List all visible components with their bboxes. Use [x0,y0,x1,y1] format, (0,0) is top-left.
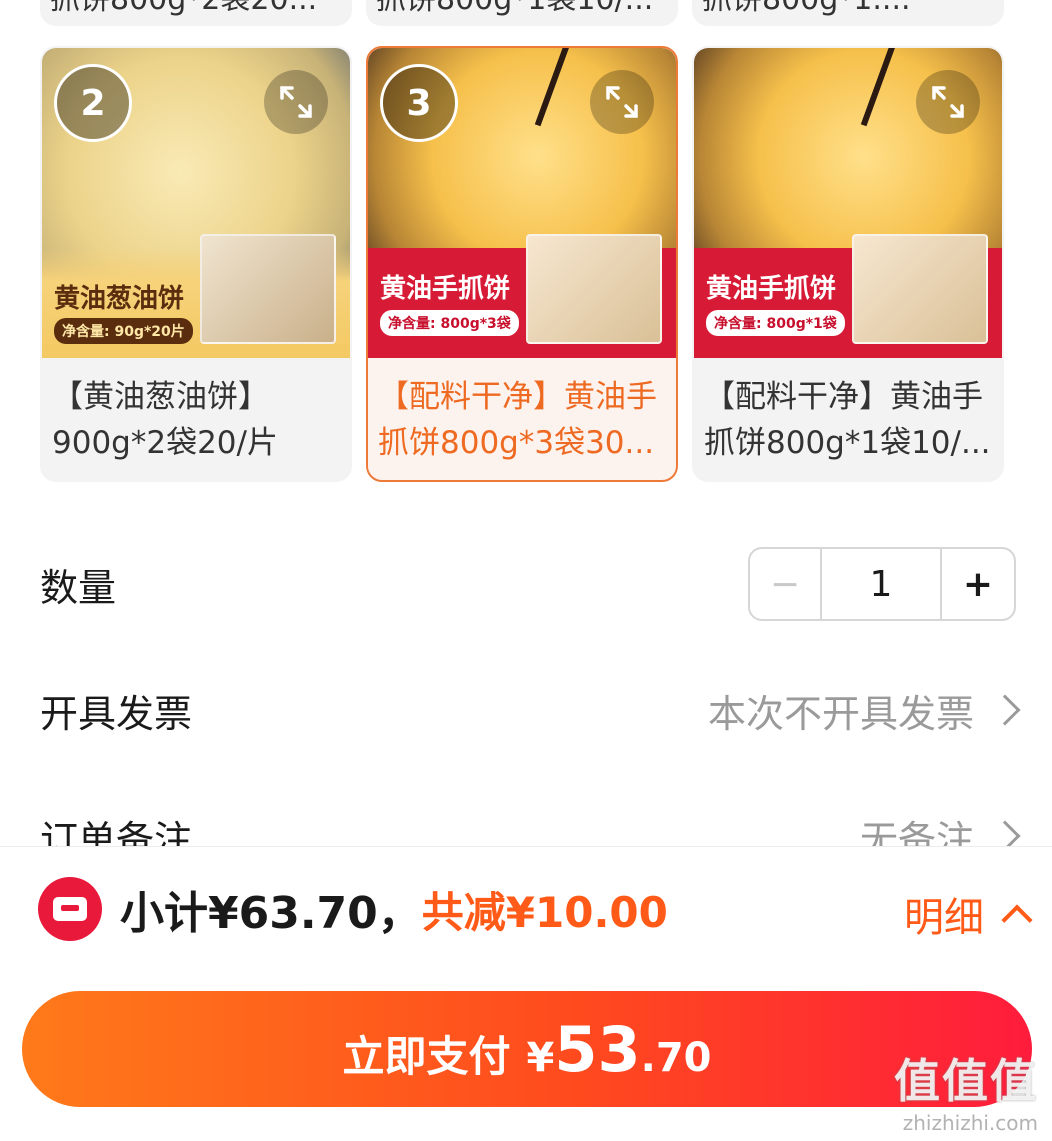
pay-now-button[interactable]: 立即支付 ¥ 53 .70 [22,991,1032,1107]
watermark-url: zhizhizhi.com [902,1111,1038,1135]
product-card-partial[interactable]: 抓饼800g*1.... [692,0,1004,26]
image-net-weight: 净含量: 800g*3袋 [380,310,519,336]
expand-image-button[interactable] [590,70,654,134]
expand-icon [606,86,638,118]
subtotal-summary: 小计¥63.70， 共减¥10.00 [38,877,668,941]
price-detail-button[interactable]: 明细 [904,885,1033,943]
product-caption: 【配料干净】黄油手 抓饼800g*1袋10/... [694,358,1002,466]
product-card-hand-pancake-3-bags[interactable]: 3 黄油手抓饼 净含量: 800g*3袋 【配料干净】黄油手 抓饼800g*3袋… [366,46,678,482]
quantity-row: 数量 − 1 + [40,546,1016,622]
chevron-up-icon [1001,904,1033,936]
package-image [852,234,988,344]
caption-line: 抓饼800g*3袋30... [378,425,655,461]
invoice-row[interactable]: 开具发票 本次不开具发票 [40,680,1021,740]
bag-count-badge: 3 [380,64,458,142]
previous-product-row: 抓饼800g*2袋20... 抓饼800g*1袋10/... 抓饼800g*1.… [40,0,1004,26]
product-card-scallion-pancake[interactable]: 2 黄油葱油饼 净含量: 90g*20片 【黄油葱油饼】 900g*2袋20/片 [40,46,352,482]
image-product-title: 黄油手抓饼 [380,274,511,304]
invoice-status: 本次不开具发票 [707,691,974,736]
chopstick-decoration [534,48,572,127]
product-card-partial[interactable]: 抓饼800g*2袋20... [40,0,352,26]
decrease-button[interactable]: − [750,549,822,619]
product-card-hand-pancake-1-bag[interactable]: 黄油手抓饼 净含量: 800g*1袋 【配料干净】黄油手 抓饼800g*1袋10… [692,46,1004,482]
chopstick-decoration [860,48,898,127]
expand-image-button[interactable] [264,70,328,134]
chevron-right-icon [989,694,1021,726]
quantity-label: 数量 [40,565,117,610]
image-product-title: 黄油葱油饼 [54,284,185,314]
product-card-partial[interactable]: 抓饼800g*1袋10/... [366,0,678,26]
caption-line: 抓饼800g*1袋10/... [704,425,991,461]
watermark: 值值值 zhizhizhi.com [894,1045,1038,1135]
expand-image-button[interactable] [916,70,980,134]
pay-amount-integer: 53 [554,1013,641,1086]
quantity-stepper: − 1 + [748,547,1016,621]
product-caption: 抓饼800g*2袋20... [50,0,342,18]
invoice-value: 本次不开具发票 [707,683,1021,738]
product-variant-grid: 2 黄油葱油饼 净含量: 90g*20片 【黄油葱油饼】 900g*2袋20/片… [40,46,1004,482]
caption-line: 【黄油葱油饼】 [52,379,269,415]
image-product-title: 黄油手抓饼 [706,274,837,304]
pay-currency: ¥ [526,1035,555,1081]
product-caption: 【配料干净】黄油手 抓饼800g*3袋30... [368,358,676,466]
pay-label: 立即支付 [342,1032,511,1081]
product-image: 2 黄油葱油饼 净含量: 90g*20片 [42,48,350,358]
product-image: 黄油手抓饼 净含量: 800g*1袋 [694,48,1002,358]
increase-button[interactable]: + [942,549,1014,619]
subtotal-text: 小计¥63.70， [120,888,422,939]
image-net-weight: 净含量: 90g*20片 [54,318,193,344]
product-caption: 抓饼800g*1袋10/... [376,0,668,18]
discount-text: 共减¥10.00 [421,887,668,937]
checkout-bar: 小计¥63.70， 共减¥10.00 明细 立即支付 ¥ 53 .70 值值值 … [0,846,1052,1141]
product-caption: 【黄油葱油饼】 900g*2袋20/片 [42,358,350,466]
caption-line: 【配料干净】黄油手 [378,379,657,415]
detail-label: 明细 [904,895,984,941]
package-image [526,234,662,344]
coupon-icon [38,877,102,941]
expand-icon [280,86,312,118]
package-image [200,234,336,344]
product-caption: 抓饼800g*1.... [702,0,994,18]
caption-line: 900g*2袋20/片 [52,425,278,461]
quantity-input[interactable]: 1 [822,549,942,619]
image-net-weight: 净含量: 800g*1袋 [706,310,845,336]
caption-line: 【配料干净】黄油手 [704,379,983,415]
invoice-label: 开具发票 [40,691,193,736]
pay-amount-decimal: .70 [640,1035,712,1081]
bag-count-badge: 2 [54,64,132,142]
watermark-logo: 值值值 [894,1054,1038,1108]
expand-icon [932,86,964,118]
product-image: 3 黄油手抓饼 净含量: 800g*3袋 [368,48,676,358]
